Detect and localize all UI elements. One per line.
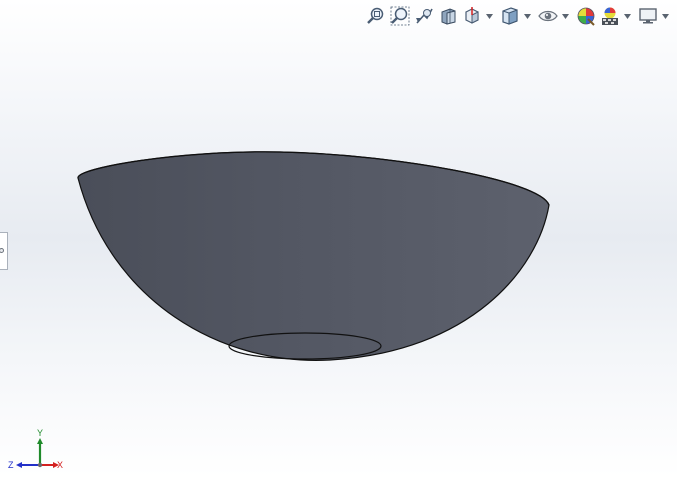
- display-style-cube-icon: [500, 6, 520, 26]
- chevron-down-icon: [523, 13, 531, 19]
- graphics-area[interactable]: Y Z X: [0, 0, 677, 477]
- expand-handle-icon: [0, 248, 4, 253]
- hide-show-items-button[interactable]: [537, 5, 559, 27]
- triad-origin: [37, 462, 43, 468]
- hide-show-items-dropdown[interactable]: [561, 5, 569, 27]
- edit-appearance-button[interactable]: [575, 5, 597, 27]
- triad-y-label: Y: [37, 428, 43, 438]
- display-style-dropdown[interactable]: [523, 5, 531, 27]
- triad-z-axis: [16, 462, 40, 468]
- eye-icon: [538, 6, 558, 26]
- side-panel-expand-tab[interactable]: [0, 232, 8, 270]
- view-settings-button[interactable]: [637, 5, 659, 27]
- monitor-icon: [638, 6, 658, 26]
- chevron-down-icon: [485, 13, 493, 19]
- view-settings-dropdown[interactable]: [661, 5, 669, 27]
- chevron-down-icon: [561, 13, 569, 19]
- bowl-body[interactable]: [77, 151, 550, 361]
- triad-y-axis: [37, 438, 43, 465]
- magnifier-fit-icon: [366, 6, 386, 26]
- scene-icon: [600, 6, 620, 26]
- view-orientation-button[interactable]: [461, 5, 483, 27]
- view-orientation-icon: [462, 6, 482, 26]
- magnifier-area-icon: [390, 6, 410, 26]
- section-view-button[interactable]: [437, 5, 459, 27]
- view-orientation-dropdown[interactable]: [485, 5, 493, 27]
- previous-view-icon: [414, 6, 434, 26]
- triad-z-label: Z: [8, 460, 14, 470]
- section-view-icon: [438, 6, 458, 26]
- apply-scene-dropdown[interactable]: [623, 5, 631, 27]
- triad-x-label: X: [57, 460, 63, 470]
- chevron-down-icon: [623, 13, 631, 19]
- appearance-sphere-icon: [576, 6, 596, 26]
- display-style-button[interactable]: [499, 5, 521, 27]
- reference-triad[interactable]: Y Z X: [6, 424, 68, 474]
- zoom-to-fit-button[interactable]: [365, 5, 387, 27]
- chevron-down-icon: [661, 13, 669, 19]
- apply-scene-button[interactable]: [599, 5, 621, 27]
- zoom-to-area-button[interactable]: [389, 5, 411, 27]
- previous-view-button[interactable]: [413, 5, 435, 27]
- heads-up-view-toolbar: [365, 4, 673, 28]
- model-canvas[interactable]: [0, 0, 677, 477]
